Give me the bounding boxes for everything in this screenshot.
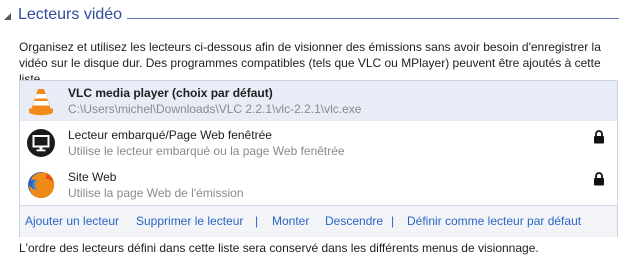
monitor-icon [27, 129, 55, 157]
player-row-vlc[interactable]: VLC media player (choix par défaut) C:\U… [20, 81, 617, 121]
remove-player-link[interactable]: Supprimer le lecteur [136, 214, 243, 228]
player-row-website[interactable]: Site Web Utilise la page Web de l'émissi… [20, 165, 617, 205]
separator: | [391, 214, 395, 228]
section-title: Lecteurs vidéo [18, 6, 123, 23]
move-down-link[interactable]: Descendre [325, 214, 383, 228]
move-up-link[interactable]: Monter [272, 214, 309, 228]
lock-icon [594, 172, 604, 186]
player-name: Site Web [68, 170, 117, 184]
section-header[interactable]: Lecteurs vidéo [0, 6, 619, 30]
player-name: Lecteur embarqué/Page Web fenêtrée [68, 128, 272, 142]
vlc-cone-icon [29, 89, 53, 116]
add-player-link[interactable]: Ajouter un lecteur [25, 214, 119, 228]
firefox-icon [28, 172, 55, 199]
collapse-triangle-icon[interactable] [3, 12, 13, 22]
player-row-embedded[interactable]: Lecteur embarqué/Page Web fenêtrée Utili… [20, 123, 617, 163]
section-divider [127, 18, 619, 19]
player-path: C:\Users\michel\Downloads\VLC 2.2.1\vlc-… [68, 102, 362, 116]
footer-note: L'ordre des lecteurs défini dans cette l… [19, 241, 539, 255]
separator: | [255, 214, 259, 228]
player-name: VLC media player (choix par défaut) [68, 86, 273, 100]
player-description: Utilise le lecteur embarqué ou la page W… [68, 144, 345, 158]
player-actions-bar: Ajouter un lecteur Supprimer le lecteur … [20, 205, 617, 237]
player-description: Utilise la page Web de l'émission [68, 186, 244, 200]
lock-icon [594, 130, 604, 144]
set-default-link[interactable]: Définir comme lecteur par défaut [407, 214, 581, 228]
video-players-list: VLC media player (choix par défaut) C:\U… [19, 80, 618, 237]
